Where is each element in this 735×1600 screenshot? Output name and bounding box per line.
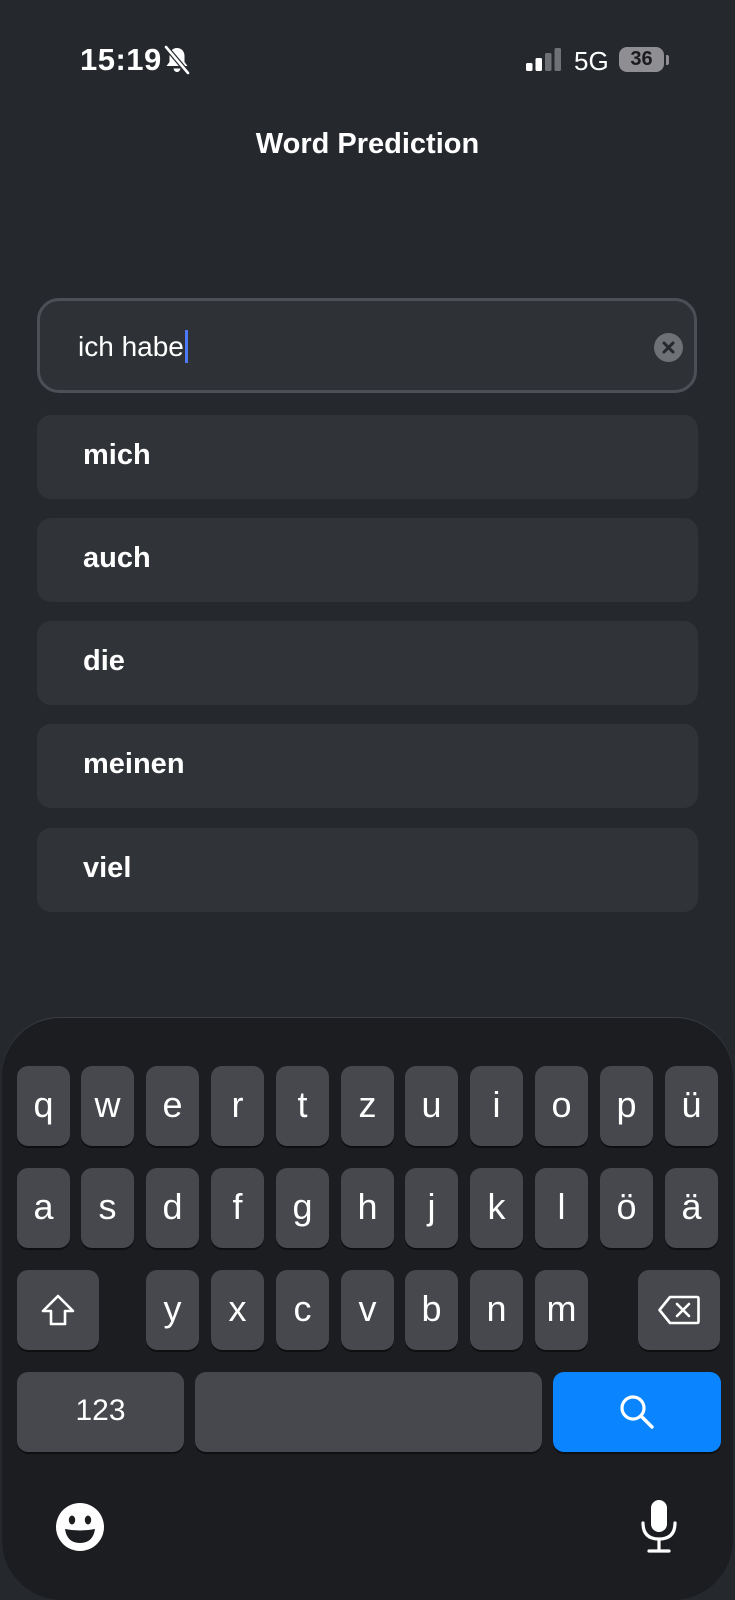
key-d[interactable]: d <box>146 1168 199 1248</box>
emoji-button[interactable] <box>50 1497 110 1557</box>
search-key[interactable] <box>553 1372 721 1452</box>
key-i[interactable]: i <box>470 1066 523 1146</box>
key-g[interactable]: g <box>276 1168 329 1248</box>
status-time: 15:19 <box>80 42 162 77</box>
backspace-icon <box>658 1295 700 1325</box>
key-z[interactable]: z <box>341 1066 394 1146</box>
key-o-umlaut[interactable]: ö <box>600 1168 653 1248</box>
suggestion-item[interactable]: mich <box>37 415 698 499</box>
suggestion-label: viel <box>83 852 132 884</box>
search-input-text[interactable]: ich habe <box>78 330 188 365</box>
emoji-icon <box>56 1503 104 1551</box>
key-n[interactable]: n <box>470 1270 523 1350</box>
signal-icon <box>526 48 564 72</box>
key-w[interactable]: w <box>81 1066 134 1146</box>
suggestion-label: die <box>83 645 125 677</box>
key-t[interactable]: t <box>276 1066 329 1146</box>
close-icon <box>662 341 675 354</box>
word-prediction-screen: 15:19 5G 36 Word Prediction ich habe mic… <box>0 0 735 1600</box>
key-u[interactable]: u <box>405 1066 458 1146</box>
battery-cap <box>666 55 669 65</box>
key-a-umlaut[interactable]: ä <box>665 1168 718 1248</box>
key-s[interactable]: s <box>81 1168 134 1248</box>
shift-key[interactable] <box>17 1270 99 1350</box>
key-l[interactable]: l <box>535 1168 588 1248</box>
key-o[interactable]: o <box>535 1066 588 1146</box>
key-y[interactable]: y <box>146 1270 199 1350</box>
key-q[interactable]: q <box>17 1066 70 1146</box>
key-e[interactable]: e <box>146 1066 199 1146</box>
microphone-button[interactable] <box>629 1497 689 1557</box>
suggestion-label: mich <box>83 439 151 471</box>
key-r[interactable]: r <box>211 1066 264 1146</box>
search-icon <box>620 1395 654 1429</box>
key-c[interactable]: c <box>276 1270 329 1350</box>
key-p[interactable]: p <box>600 1066 653 1146</box>
battery-indicator: 36 <box>619 47 669 74</box>
microphone-icon <box>641 1500 677 1553</box>
suggestion-label: meinen <box>83 748 185 780</box>
search-input[interactable]: ich habe <box>37 298 697 393</box>
key-k[interactable]: k <box>470 1168 523 1248</box>
key-b[interactable]: b <box>405 1270 458 1350</box>
key-m[interactable]: m <box>535 1270 588 1350</box>
suggestion-item[interactable]: die <box>37 621 698 705</box>
key-a[interactable]: a <box>17 1168 70 1248</box>
text-caret <box>184 330 188 364</box>
key-f[interactable]: f <box>211 1168 264 1248</box>
delete-key[interactable] <box>638 1270 720 1350</box>
network-label: 5G <box>574 46 609 76</box>
key-j[interactable]: j <box>405 1168 458 1248</box>
space-key[interactable] <box>195 1372 542 1452</box>
clear-button[interactable] <box>654 333 683 362</box>
suggestion-label: auch <box>83 542 151 574</box>
keyboard: q w e r t z u i o p ü a s d f g h j k l … <box>2 1018 733 1600</box>
suggestion-item[interactable]: viel <box>37 828 698 912</box>
numbers-key[interactable]: 123 <box>17 1372 184 1452</box>
suggestion-item[interactable]: meinen <box>37 724 698 808</box>
page-title: Word Prediction <box>255 128 480 160</box>
key-h[interactable]: h <box>341 1168 394 1248</box>
bell-muted-icon <box>163 45 191 75</box>
key-u-umlaut[interactable]: ü <box>665 1066 718 1146</box>
shift-icon <box>41 1294 75 1326</box>
battery-level: 36 <box>619 47 664 72</box>
key-v[interactable]: v <box>341 1270 394 1350</box>
status-bar: 15:19 5G 36 <box>0 0 735 120</box>
suggestion-item[interactable]: auch <box>37 518 698 602</box>
search-input-value: ich habe <box>78 331 184 362</box>
key-x[interactable]: x <box>211 1270 264 1350</box>
